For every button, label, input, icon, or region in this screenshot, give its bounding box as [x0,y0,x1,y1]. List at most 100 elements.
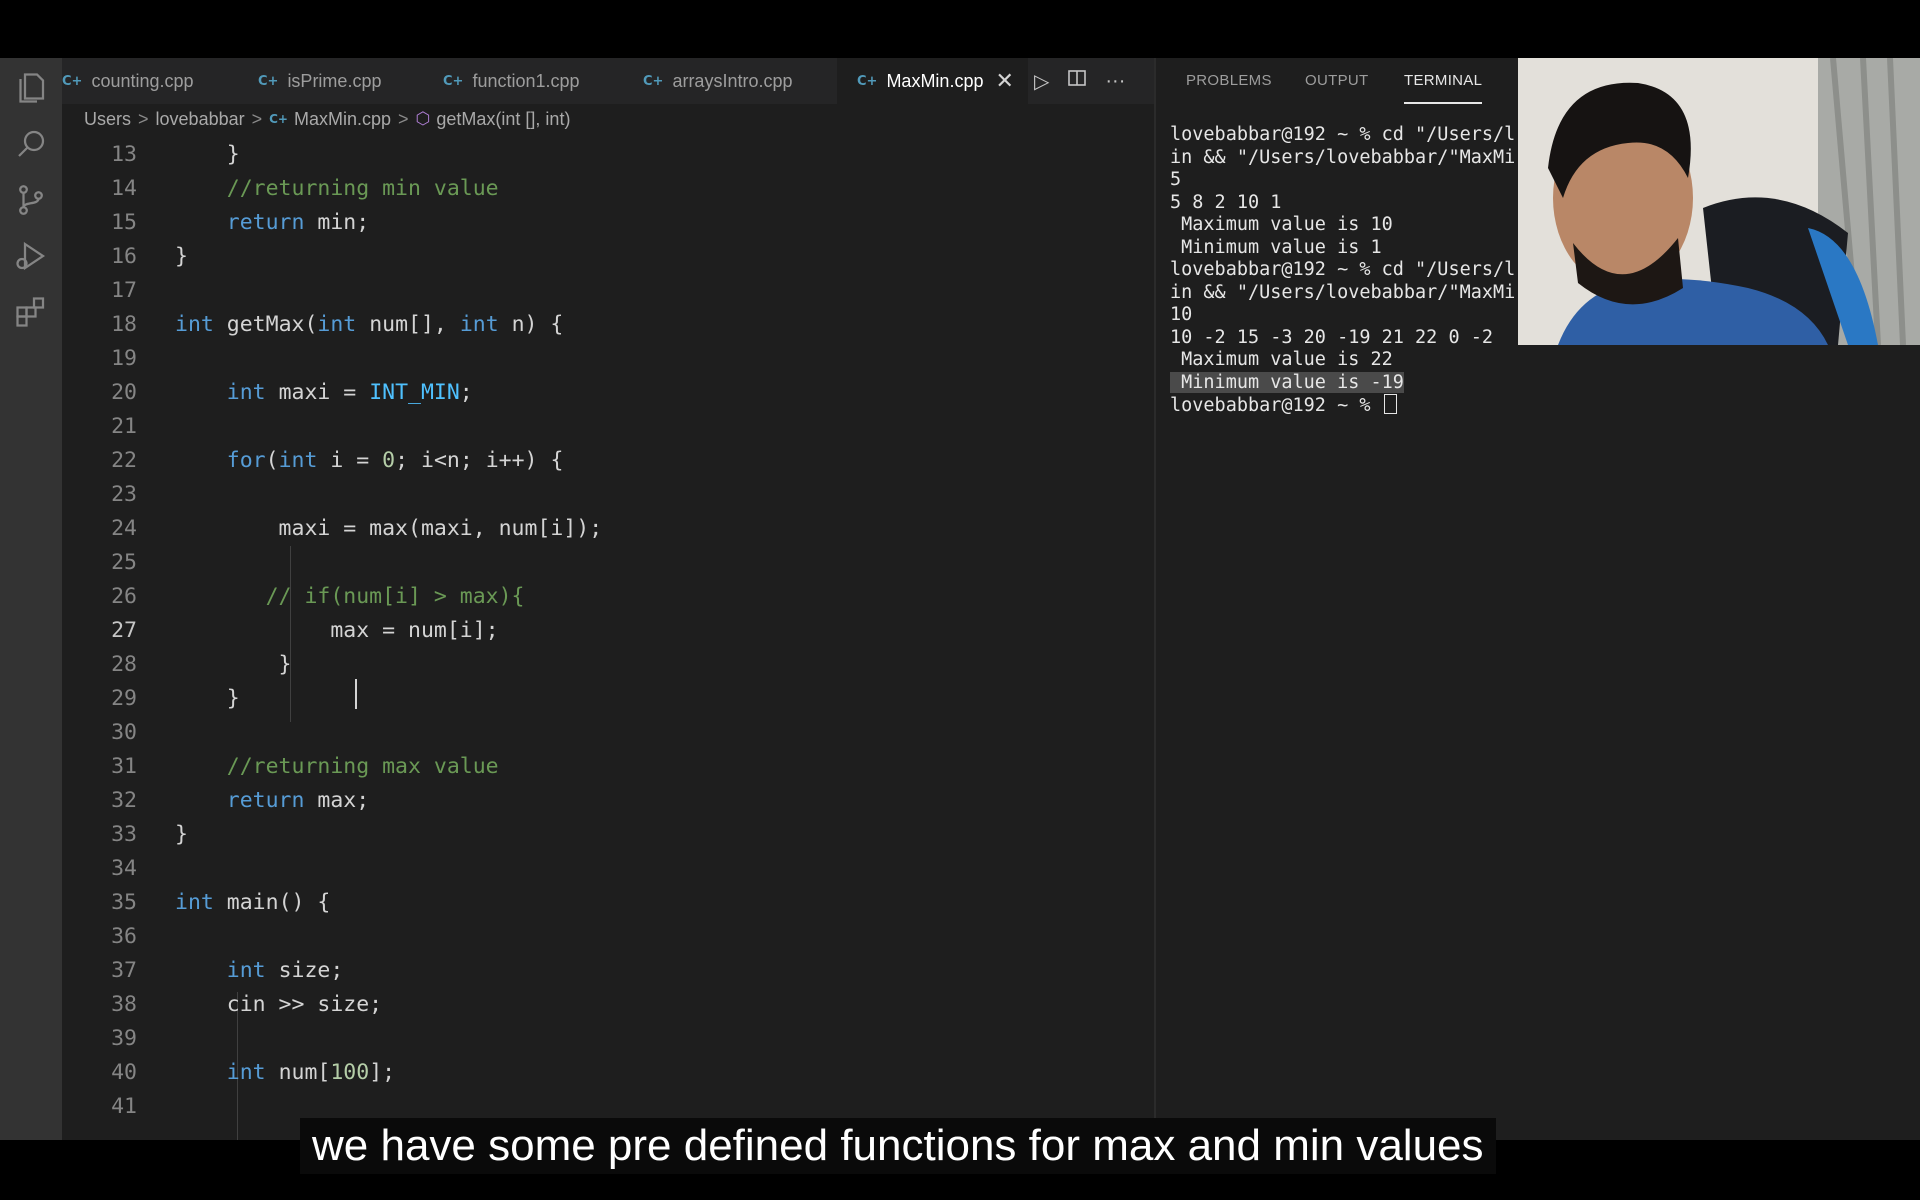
line-number: 24 [111,516,137,541]
line-number: 30 [111,720,137,745]
activity-bar [0,58,62,1140]
code-line[interactable]: 37 int size; [62,954,1154,988]
code-line[interactable]: 22 for(int i = 0; i<n; i++) { [62,444,1154,478]
code-line[interactable]: 34 [62,852,1154,886]
source-control-icon[interactable] [13,182,49,218]
line-number: 19 [111,346,137,371]
code-text: //returning max value [226,754,499,779]
explorer-icon[interactable] [13,70,49,106]
tab-label: counting.cpp [91,70,194,91]
code-line[interactable]: 18 int getMax(int num[], int n) { [62,308,1154,342]
close-icon[interactable]: ✕ [995,68,1013,94]
code-line[interactable]: 21 [62,410,1154,444]
line-number: 28 [111,652,137,677]
more-actions-icon[interactable]: ··· [1105,70,1125,93]
video-caption: we have some pre defined functions for m… [300,1118,1496,1174]
cpp-file-icon: C+ [643,73,664,89]
split-editor-icon[interactable] [1067,68,1087,94]
code-text: for(int i = 0; i<n; i++) { [226,448,564,473]
code-line[interactable]: 15 return min; [62,206,1154,240]
code-text: } [175,652,292,677]
tab-isprime[interactable]: C+ isPrime.cpp [258,58,381,104]
code-line[interactable]: 39 [62,1022,1154,1056]
code-line[interactable]: 19 [62,342,1154,376]
code-line[interactable]: 27 max = num[i]; [62,614,1154,648]
line-number: 20 [111,380,137,405]
search-icon[interactable] [13,126,49,162]
line-number: 29 [111,686,137,711]
code-line[interactable]: 38 cin >> size; [62,988,1154,1022]
code-line[interactable]: 40 int num[100]; [62,1056,1154,1090]
terminal-line: Maximum value is 22 [1170,349,1393,370]
line-number: 21 [111,414,137,439]
code-line[interactable]: 26 // if(num[i] > max){ [62,580,1154,614]
code-text: } [175,686,240,711]
breadcrumb-symbol[interactable]: getMax(int [], int) [436,109,570,130]
tab-arraysintro[interactable]: C+ arraysIntro.cpp [643,58,793,104]
code-text: maxi = max(maxi, num[i]); [175,516,603,541]
line-number: 40 [111,1060,137,1085]
code-text: } [175,822,188,847]
tab-label: MaxMin.cpp [886,70,984,91]
line-number: 13 [111,142,137,167]
tab-counting[interactable]: C+ counting.cpp [62,58,194,104]
code-line[interactable]: 31 //returning max value [62,750,1154,784]
code-line[interactable]: 16} [62,240,1154,274]
code-line[interactable]: 30 [62,716,1154,750]
code-text: // if(num[i] > max){ [265,584,525,609]
line-number: 31 [111,754,137,779]
breadcrumb-lovebabbar[interactable]: lovebabbar [156,109,245,130]
code-text: } [175,142,240,167]
line-number: 35 [111,890,137,915]
code-line[interactable]: 17 [62,274,1154,308]
line-number: 27 [111,618,137,643]
code-line[interactable]: 35 int main() { [62,886,1154,920]
code-line[interactable]: 24 maxi = max(maxi, num[i]); [62,512,1154,546]
editor-actions: ▷ ··· [1034,58,1143,104]
tab-terminal[interactable]: TERMINAL [1404,58,1483,104]
code-line[interactable]: 32 return max; [62,784,1154,818]
code-line[interactable]: 29 } [62,682,1154,716]
code-line[interactable]: 36 [62,920,1154,954]
line-number: 16 [111,244,137,269]
run-debug-icon[interactable] [13,238,49,274]
tab-label: isPrime.cpp [287,70,382,91]
code-line[interactable]: 20 int maxi = INT_MIN; [62,376,1154,410]
tab-output[interactable]: OUTPUT [1305,58,1368,104]
code-editor[interactable]: 13 } 14 //returning min value 15 return mi… [62,134,1154,1140]
line-number: 18 [111,312,137,337]
code-text: int getMax(int num[], int n) { [175,312,564,337]
line-number: 22 [111,448,137,473]
code-text: } [175,244,188,269]
line-number: 15 [111,210,137,235]
code-text: int maxi = INT_MIN; [226,380,473,405]
code-text: int size; [226,958,344,983]
tab-maxmin[interactable]: C+ MaxMin.cpp ✕ [837,58,1028,104]
webcam-overlay [1518,58,1920,345]
line-number: 14 [111,176,137,201]
tab-problems[interactable]: PROBLEMS [1186,58,1272,104]
chevron-right-icon: > [251,108,263,129]
terminal-line: lovebabbar@192 ~ % [1170,394,1910,417]
cpp-file-icon: C+ [258,73,279,89]
breadcrumb-file[interactable]: MaxMin.cpp [294,109,391,130]
extensions-icon[interactable] [13,294,49,330]
code-line[interactable]: 33} [62,818,1154,852]
code-text: int main() { [175,890,331,915]
presenter-video-image [1518,58,1920,345]
code-line[interactable]: 25 [62,546,1154,580]
line-number: 26 [111,584,137,609]
chevron-right-icon: > [398,108,409,129]
tab-label: arraysIntro.cpp [672,70,793,91]
code-line[interactable]: 28 } [62,648,1154,682]
breadcrumb-users[interactable]: Users [84,109,131,130]
code-line[interactable]: 23 [62,478,1154,512]
cpp-file-icon: C+ [269,112,288,126]
method-symbol-icon: ⬡ [415,109,431,128]
chevron-right-icon: > [138,108,149,129]
run-icon[interactable]: ▷ [1034,69,1049,94]
line-number: 25 [111,550,137,575]
tab-function1[interactable]: C+ function1.cpp [443,58,580,104]
code-line[interactable]: 13 } [62,138,1154,172]
code-line[interactable]: 14 //returning min value [62,172,1154,206]
